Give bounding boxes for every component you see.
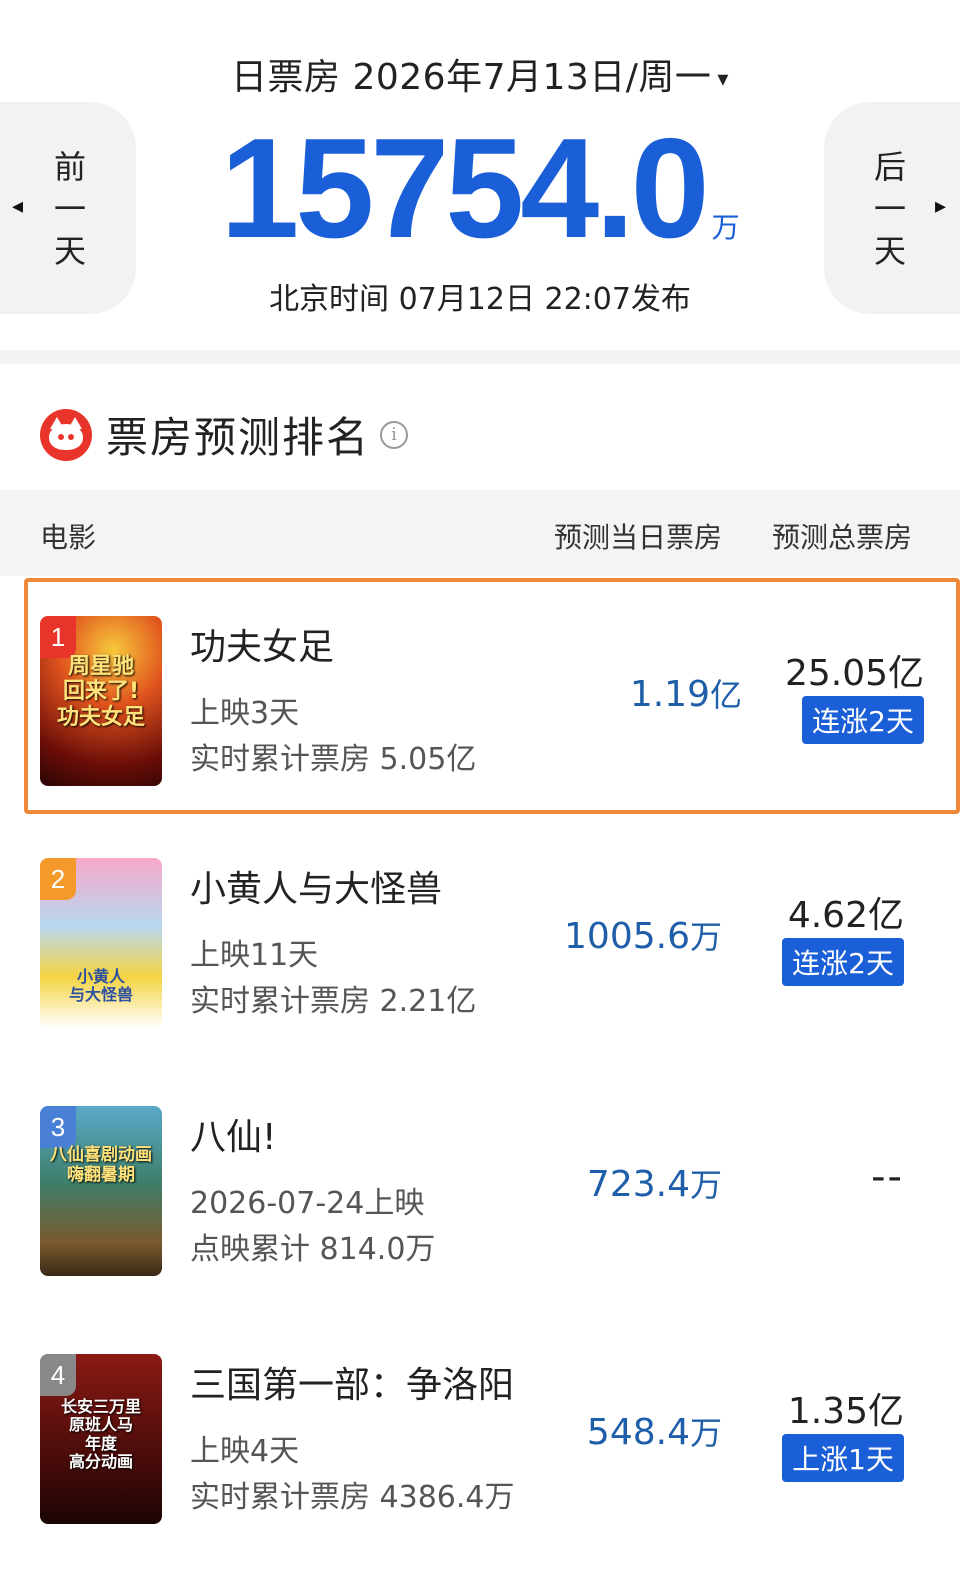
daily-total: 15754.0 万 xyxy=(0,118,960,260)
movie-poster: 2 小黄人 与大怪兽 xyxy=(40,858,162,1028)
publish-time: 北京时间 07月12日 22:07发布 xyxy=(269,282,691,317)
date-selector[interactable]: 日票房 2026年7月13日/周一 ▾ xyxy=(0,48,960,100)
predicted-daily-box-office: 1005.6万 xyxy=(564,912,722,958)
daily-unit: 万 xyxy=(689,1166,722,1204)
predicted-total-box-office: 4.62亿 xyxy=(787,895,904,936)
section-title: 票房预测排名 i xyxy=(40,404,409,465)
predicted-daily-box-office: 723.4万 xyxy=(587,1160,722,1206)
section-divider xyxy=(0,350,960,364)
movie-row[interactable]: 1 周星驰 回来了! 功夫女足 功夫女足 上映3天 实时累计票房 5.05亿 1… xyxy=(24,578,960,814)
movie-title: 三国第一部：争洛阳 xyxy=(190,1365,515,1406)
predicted-daily-box-office: 548.4万 xyxy=(587,1408,722,1454)
cumulative-box-office: 实时累计票房 2.21亿 xyxy=(190,984,477,1019)
cumulative-box-office: 实时累计票房 4386.4万 xyxy=(190,1480,515,1515)
cumulative-box-office: 实时累计票房 5.05亿 xyxy=(190,742,477,777)
daily-value: 1.19 xyxy=(629,674,710,715)
daily-unit: 万 xyxy=(689,1414,722,1452)
cumulative-box-office: 点映累计 814.0万 xyxy=(190,1232,436,1267)
info-icon[interactable]: i xyxy=(380,420,409,449)
poster-caption: 周星驰 回来了! 功夫女足 xyxy=(56,654,145,730)
trend-badge: 连涨2天 xyxy=(802,696,924,744)
daily-unit: 万 xyxy=(689,918,722,956)
chevron-down-icon[interactable]: ▾ xyxy=(717,67,729,92)
rank-badge: 1 xyxy=(40,616,76,658)
daily-value: 723.4 xyxy=(586,1164,690,1205)
release-info: 上映4天 xyxy=(190,1434,300,1469)
rank-badge: 4 xyxy=(40,1354,76,1396)
daily-unit: 亿 xyxy=(709,676,742,714)
movie-row[interactable]: 4 长安三万里 原班人马 年度 高分动画 三国第一部：争洛阳 上映4天 实时累计… xyxy=(0,1316,960,1564)
column-header-movie: 电影 xyxy=(40,521,97,554)
column-header-daily[interactable]: 预测当日票房 xyxy=(554,516,722,556)
daily-value: 1005.6 xyxy=(564,916,690,957)
poster-caption: 八仙喜剧动画 嗨翻暑期 xyxy=(50,1145,152,1185)
predicted-total-box-office: 1.35亿 xyxy=(787,1391,904,1432)
rank-badge: 3 xyxy=(40,1106,76,1148)
predicted-total-box-office: -- xyxy=(871,1154,904,1200)
daily-total-unit: 万 xyxy=(711,211,740,244)
section-title-text: 票房预测排名 xyxy=(106,413,371,462)
release-info: 2026-07-24上映 xyxy=(190,1186,425,1221)
movie-title: 八仙! xyxy=(190,1117,277,1158)
daily-value: 548.4 xyxy=(586,1412,690,1453)
movie-title: 功夫女足 xyxy=(190,627,335,668)
movie-row[interactable]: 3 八仙喜剧动画 嗨翻暑期 八仙! 2026-07-24上映 点映累计 814.… xyxy=(0,1068,960,1316)
movie-row[interactable]: 2 小黄人 与大怪兽 小黄人与大怪兽 上映11天 实时累计票房 2.21亿 10… xyxy=(0,820,960,1068)
release-info: 上映3天 xyxy=(190,696,300,731)
release-info: 上映11天 xyxy=(190,938,319,973)
table-header: 电影 预测当日票房 预测总票房 xyxy=(0,490,960,576)
poster-caption: 长安三万里 原班人马 年度 高分动画 xyxy=(60,1397,141,1472)
daily-total-value: 15754.0 xyxy=(220,109,709,268)
movie-title: 小黄人与大怪兽 xyxy=(190,869,443,910)
trend-badge: 连涨2天 xyxy=(782,938,904,986)
movie-poster: 1 周星驰 回来了! 功夫女足 xyxy=(40,616,162,786)
date-label[interactable]: 日票房 2026年7月13日/周一 xyxy=(231,57,711,98)
movie-poster: 3 八仙喜剧动画 嗨翻暑期 xyxy=(40,1106,162,1276)
next-day-label: 后 一 天 xyxy=(873,148,906,270)
column-header-total[interactable]: 预测总票房 xyxy=(772,516,912,556)
predicted-daily-box-office: 1.19亿 xyxy=(630,670,742,716)
poster-caption: 小黄人 与大怪兽 xyxy=(68,967,133,1005)
arrow-right-icon: ▸ xyxy=(934,194,946,219)
trend-badge: 上涨1天 xyxy=(782,1434,904,1482)
movie-poster: 4 长安三万里 原班人马 年度 高分动画 xyxy=(40,1354,162,1524)
maoyan-cat-logo-icon xyxy=(40,408,92,461)
predicted-total-box-office: 25.05亿 xyxy=(784,653,924,694)
box-office-header: 日票房 2026年7月13日/周一 ▾ ◂ 前 一 天 15754.0 万 后 一 … xyxy=(0,0,960,350)
rank-badge: 2 xyxy=(40,858,76,900)
